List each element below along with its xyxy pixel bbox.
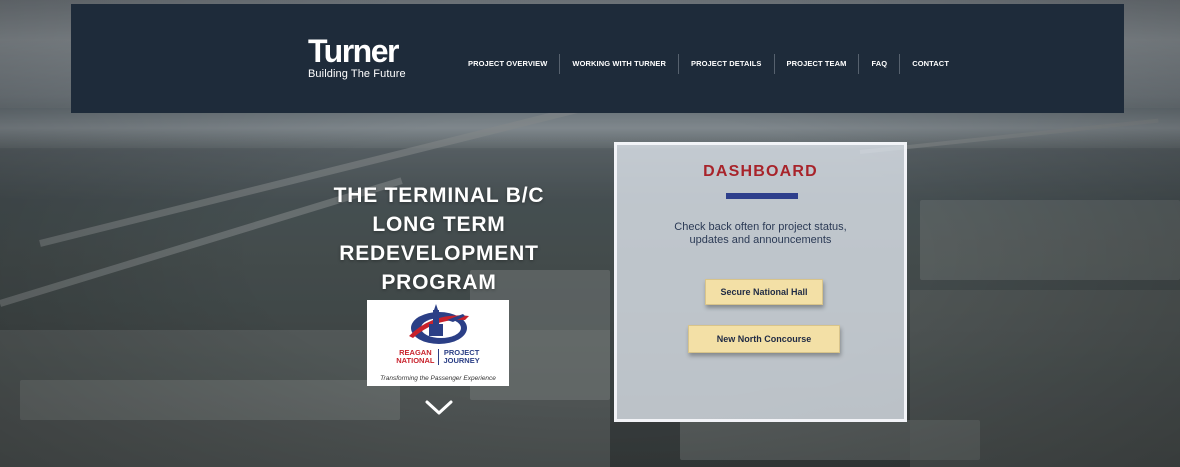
- dashboard-panel: DASHBOARD Check back often for project s…: [614, 142, 907, 422]
- dashboard-description: Check back often for project status, upd…: [637, 221, 884, 247]
- dashboard-description-line: Check back often for project status,: [674, 221, 847, 233]
- badge-caption: Transforming the Passenger Experience: [380, 375, 496, 382]
- dashboard-divider: [726, 193, 798, 199]
- site-header: Turner Building The Future PROJECT OVERV…: [71, 4, 1124, 113]
- hero-title-line: THE TERMINAL B/C: [333, 184, 545, 207]
- turner-logo[interactable]: Turner Building The Future: [308, 33, 406, 80]
- hero-title-line: REDEVELOPMENT: [339, 242, 539, 265]
- nav-contact[interactable]: CONTACT: [899, 54, 961, 74]
- hero-title: THE TERMINAL B/C LONG TERM REDEVELOPMENT…: [300, 181, 578, 297]
- hero-title-line: PROGRAM: [381, 271, 497, 294]
- nav-working-with-turner[interactable]: WORKING WITH TURNER: [559, 54, 678, 74]
- nav-project-details[interactable]: PROJECT DETAILS: [677, 54, 774, 74]
- dashboard-description-line: updates and announcements: [689, 234, 832, 246]
- chevron-down-icon[interactable]: [424, 398, 454, 418]
- capitol-plane-logo-icon: [409, 304, 469, 344]
- nav-project-team[interactable]: PROJECT TEAM: [773, 54, 859, 74]
- logo-tagline: Building The Future: [308, 68, 406, 80]
- new-north-concourse-button[interactable]: New North Concourse: [688, 325, 840, 353]
- hero-title-line: LONG TERM: [372, 213, 506, 236]
- main-nav: PROJECT OVERVIEW WORKING WITH TURNER PRO…: [460, 54, 961, 74]
- badge-wordmark: REAGAN NATIONAL PROJECT JOURNEY: [367, 349, 509, 365]
- logo-wordmark: Turner: [308, 33, 399, 69]
- secure-national-hall-button[interactable]: Secure National Hall: [705, 279, 823, 305]
- nav-faq[interactable]: FAQ: [858, 54, 899, 74]
- badge-national: NATIONAL: [396, 356, 435, 365]
- nav-project-overview[interactable]: PROJECT OVERVIEW: [460, 54, 559, 74]
- badge-journey: JOURNEY: [443, 356, 480, 365]
- dashboard-title: DASHBOARD: [703, 163, 818, 180]
- project-journey-badge: REAGAN NATIONAL PROJECT JOURNEY Transfor…: [367, 300, 509, 386]
